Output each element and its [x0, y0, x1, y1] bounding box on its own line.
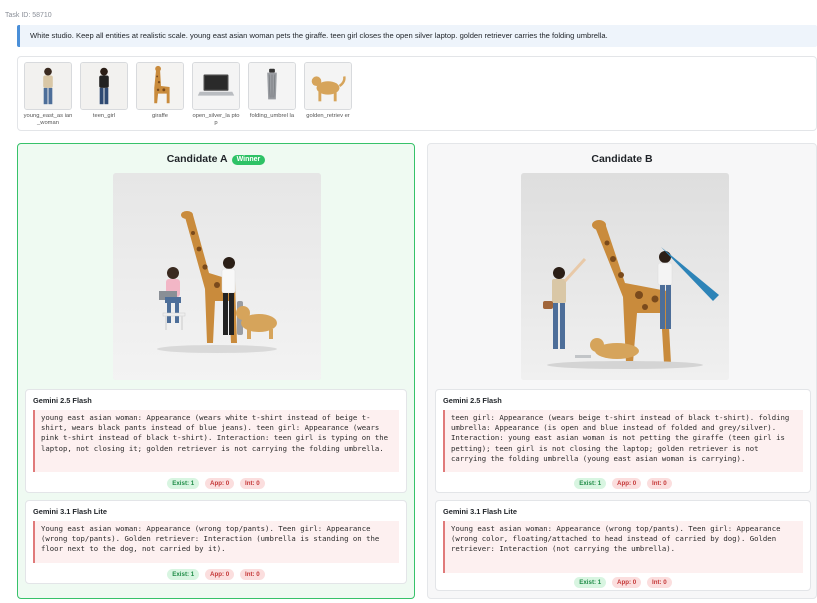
- int-score: Int: 0: [646, 577, 672, 588]
- app-score: App: 0: [204, 569, 235, 580]
- candidate-b-panel: Candidate B Gemini 2.5 Flash teen girl: …: [427, 143, 817, 599]
- eval-model-name: Gemini 3.1 Flash Lite: [33, 507, 107, 516]
- dog-icon: [304, 62, 352, 110]
- eval-model-name: Gemini 2.5 Flash: [443, 396, 502, 405]
- reference-item[interactable]: giraffe: [135, 62, 185, 120]
- exist-score: Exist: 1: [574, 577, 607, 588]
- score-row: Exist: 1 App: 0 Int: 0: [26, 478, 406, 489]
- eval-feedback-text: teen girl: Appearance (wears beige t-shi…: [443, 410, 803, 472]
- eval-feedback-text: young east asian woman: Appearance (wear…: [33, 410, 399, 472]
- reference-label: golden_retriev er: [306, 113, 350, 119]
- girl-figure-icon: [80, 62, 128, 110]
- eval-card-gemini-3-1-flash-lite: Gemini 3.1 Flash Lite Young east asian w…: [25, 500, 407, 584]
- reference-label: open_silver_la ptop: [192, 113, 240, 126]
- app-score: App: 0: [204, 478, 235, 489]
- exist-score: Exist: 1: [167, 569, 200, 580]
- reference-item[interactable]: golden_retriev er: [303, 62, 353, 120]
- reference-item[interactable]: folding_umbrel la: [247, 62, 297, 120]
- reference-label: folding_umbrel la: [249, 113, 295, 119]
- giraffe-icon: [136, 62, 184, 110]
- int-score: Int: 0: [239, 569, 265, 580]
- umbrella-icon: [248, 62, 296, 110]
- reference-label: giraffe: [151, 113, 168, 119]
- candidate-a-image[interactable]: [113, 173, 321, 380]
- score-row: Exist: 1 App: 0 Int: 0: [436, 577, 810, 588]
- eval-card-gemini-2-5-flash: Gemini 2.5 Flash teen girl: Appearance (…: [435, 389, 811, 493]
- winner-badge: Winner: [231, 154, 266, 165]
- reference-label: young_east_as ian_woman: [23, 113, 73, 126]
- score-row: Exist: 1 App: 0 Int: 0: [436, 478, 810, 489]
- laptop-icon: [192, 62, 240, 110]
- eval-model-name: Gemini 2.5 Flash: [33, 396, 92, 405]
- candidate-b-title: Candidate B: [591, 153, 653, 165]
- exist-score: Exist: 1: [574, 478, 607, 489]
- score-row: Exist: 1 App: 0 Int: 0: [26, 569, 406, 580]
- eval-feedback-text: Young east asian woman: Appearance (wron…: [33, 521, 399, 563]
- eval-model-name: Gemini 3.1 Flash Lite: [443, 507, 517, 516]
- reference-strip: young_east_as ian_woman teen_girl giraff…: [17, 56, 817, 131]
- exist-score: Exist: 1: [167, 478, 200, 489]
- reference-item[interactable]: teen_girl: [79, 62, 129, 120]
- int-score: Int: 0: [646, 478, 672, 489]
- candidate-a-panel: Candidate A Winner Gemini 2.5 Flash youn…: [17, 143, 415, 599]
- reference-item[interactable]: young_east_as ian_woman: [23, 62, 73, 126]
- prompt-text: White studio. Keep all entities at reali…: [17, 25, 817, 47]
- eval-feedback-text: Young east asian woman: Appearance (wron…: [443, 521, 803, 573]
- candidate-title-text: Candidate A: [166, 153, 228, 165]
- candidate-b-image[interactable]: [521, 173, 729, 380]
- task-id: Task ID: 58710: [5, 12, 52, 19]
- reference-label: teen_girl: [92, 113, 116, 119]
- woman-figure-icon: [24, 62, 72, 110]
- reference-item[interactable]: open_silver_la ptop: [191, 62, 241, 126]
- int-score: Int: 0: [239, 478, 265, 489]
- candidate-a-title: Candidate A Winner: [18, 153, 414, 165]
- eval-card-gemini-2-5-flash: Gemini 2.5 Flash young east asian woman:…: [25, 389, 407, 493]
- app-score: App: 0: [611, 478, 642, 489]
- app-score: App: 0: [611, 577, 642, 588]
- eval-card-gemini-3-1-flash-lite: Gemini 3.1 Flash Lite Young east asian w…: [435, 500, 811, 591]
